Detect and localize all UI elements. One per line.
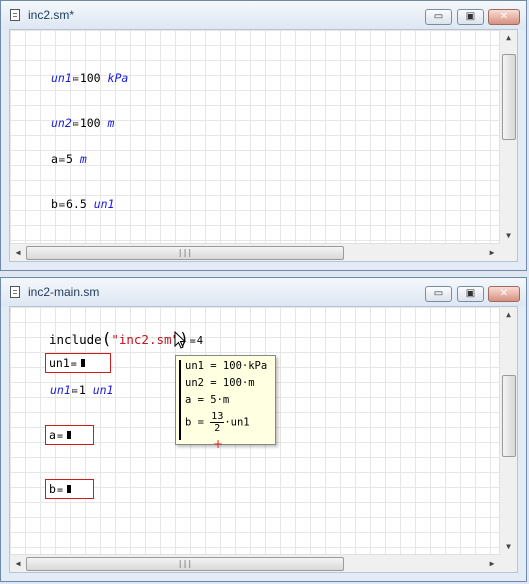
close-button[interactable]: ✕ (488, 9, 520, 25)
title-bar[interactable]: inc2.sm* ▭ ▣ ✕ (1, 1, 526, 29)
string-argument: "inc2.sm" (111, 332, 180, 347)
close-button[interactable]: ✕ (488, 286, 520, 302)
value: 100 (79, 116, 101, 130)
var-name: un2 (51, 116, 72, 130)
scroll-left-icon[interactable]: ◀ (10, 244, 26, 261)
var-name: un1 (49, 356, 70, 370)
evaluation-un1[interactable]: un1= (45, 353, 111, 373)
scroll-down-icon[interactable]: ▼ (500, 539, 517, 555)
tooltip-line-un2: un2 = 100·m (185, 377, 255, 389)
var-name: b (51, 197, 58, 211)
window-inc2: inc2.sm* ▭ ▣ ✕ un1≔100 kPa un2≔100 m a≔5… (0, 0, 527, 271)
assign-op: ≔ (72, 74, 79, 85)
unit: m (107, 116, 115, 130)
scroll-corner (500, 555, 517, 572)
vertical-scroll-thumb[interactable] (502, 375, 516, 457)
unit: un1 (93, 197, 115, 211)
tooltip-bar (179, 360, 181, 440)
horizontal-scrollbar[interactable]: ◀ ||| ▶ (10, 243, 500, 261)
tooltip-line-b: b = 13 2 ·un1 (185, 411, 250, 434)
minimize-button[interactable]: ▭ (425, 286, 452, 302)
window-inc2-main: inc2-main.sm ▭ ▣ ✕ include("inc2.sm")=4 … (0, 277, 527, 582)
tooltip-line-un1: un1 = 100·kPa (185, 360, 268, 372)
equals-op: = (70, 359, 77, 370)
scroll-right-icon[interactable]: ▶ (484, 244, 500, 261)
assign-op: ≔ (71, 386, 78, 397)
include-tooltip: un1 = 100·kPa un2 = 100·m a = 5·m b = 13… (175, 355, 276, 445)
placeholder-marker (66, 431, 71, 439)
paren-open: ( (101, 329, 112, 348)
placeholder-marker (80, 359, 85, 367)
scroll-left-icon[interactable]: ◀ (10, 555, 26, 572)
value: 6.5 (65, 197, 87, 211)
scroll-corner (500, 244, 517, 261)
fraction: 13 2 (210, 411, 225, 434)
worksheet[interactable]: include("inc2.sm")=4 un1= un1≔1 un1 a= b… (9, 306, 518, 573)
evaluation-a[interactable]: a= (45, 425, 94, 445)
equals-op: = (56, 431, 63, 442)
function-name: include (49, 332, 102, 347)
placeholder-marker (66, 485, 71, 493)
equals-op: = (189, 336, 196, 347)
unit: un1 (92, 383, 114, 397)
definition-un2[interactable]: un2≔100 m (51, 116, 114, 130)
scroll-down-icon[interactable]: ▼ (500, 228, 517, 244)
fraction-denominator: 2 (214, 423, 221, 434)
horizontal-scrollbar[interactable]: ◀ ||| ▶ (10, 554, 500, 572)
tooltip-line-a: a = 5·m (185, 394, 230, 406)
scroll-right-icon[interactable]: ▶ (484, 555, 500, 572)
tooltip-b-suffix: ·un1 (224, 416, 250, 429)
assign-op: ≔ (72, 119, 79, 130)
title-bar[interactable]: inc2-main.sm ▭ ▣ ✕ (1, 278, 526, 306)
equals-op: = (56, 485, 63, 496)
unit: kPa (107, 71, 129, 85)
definition-b[interactable]: b≔6.5 un1 (51, 197, 114, 211)
tooltip-b-prefix: b = (185, 416, 204, 429)
insertion-crosshair-icon: + (213, 437, 224, 451)
vertical-scrollbar[interactable]: ▲ ▼ (499, 307, 517, 555)
horizontal-scroll-thumb[interactable]: ||| (26, 557, 344, 571)
document-icon (10, 286, 20, 298)
definition-un1-local[interactable]: un1≔1 un1 (50, 383, 113, 397)
value: 100 (79, 71, 101, 85)
var-name: un1 (50, 383, 71, 397)
scroll-up-icon[interactable]: ▲ (500, 30, 517, 46)
scroll-up-icon[interactable]: ▲ (500, 307, 517, 323)
definition-un1[interactable]: un1≔100 kPa (51, 71, 128, 85)
fraction-numerator: 13 (210, 411, 225, 423)
unit: m (79, 152, 87, 166)
vertical-scrollbar[interactable]: ▲ ▼ (499, 30, 517, 244)
value: 1 (78, 383, 86, 397)
var-name: b (49, 482, 56, 496)
minimize-button[interactable]: ▭ (425, 9, 452, 25)
evaluation-b[interactable]: b= (45, 479, 94, 499)
document-icon (10, 9, 20, 21)
worksheet[interactable]: un1≔100 kPa un2≔100 m a≔5 m b≔6.5 un1 ▲ … (9, 29, 518, 262)
horizontal-scroll-thumb[interactable]: ||| (26, 246, 344, 260)
assign-op: ≔ (58, 200, 65, 211)
mouse-pointer-icon (174, 331, 187, 349)
value: 5 (65, 152, 73, 166)
window-title: inc2-main.sm (28, 285, 100, 299)
window-title: inc2.sm* (28, 8, 75, 22)
var-name: un1 (51, 71, 72, 85)
var-name: a (51, 152, 58, 166)
result-value: 4 (196, 335, 204, 347)
var-name: a (49, 428, 56, 442)
vertical-scroll-thumb[interactable] (502, 54, 516, 140)
maximize-button[interactable]: ▣ (457, 286, 484, 302)
maximize-button[interactable]: ▣ (457, 9, 484, 25)
assign-op: ≔ (58, 155, 65, 166)
definition-a[interactable]: a≔5 m (51, 152, 87, 166)
